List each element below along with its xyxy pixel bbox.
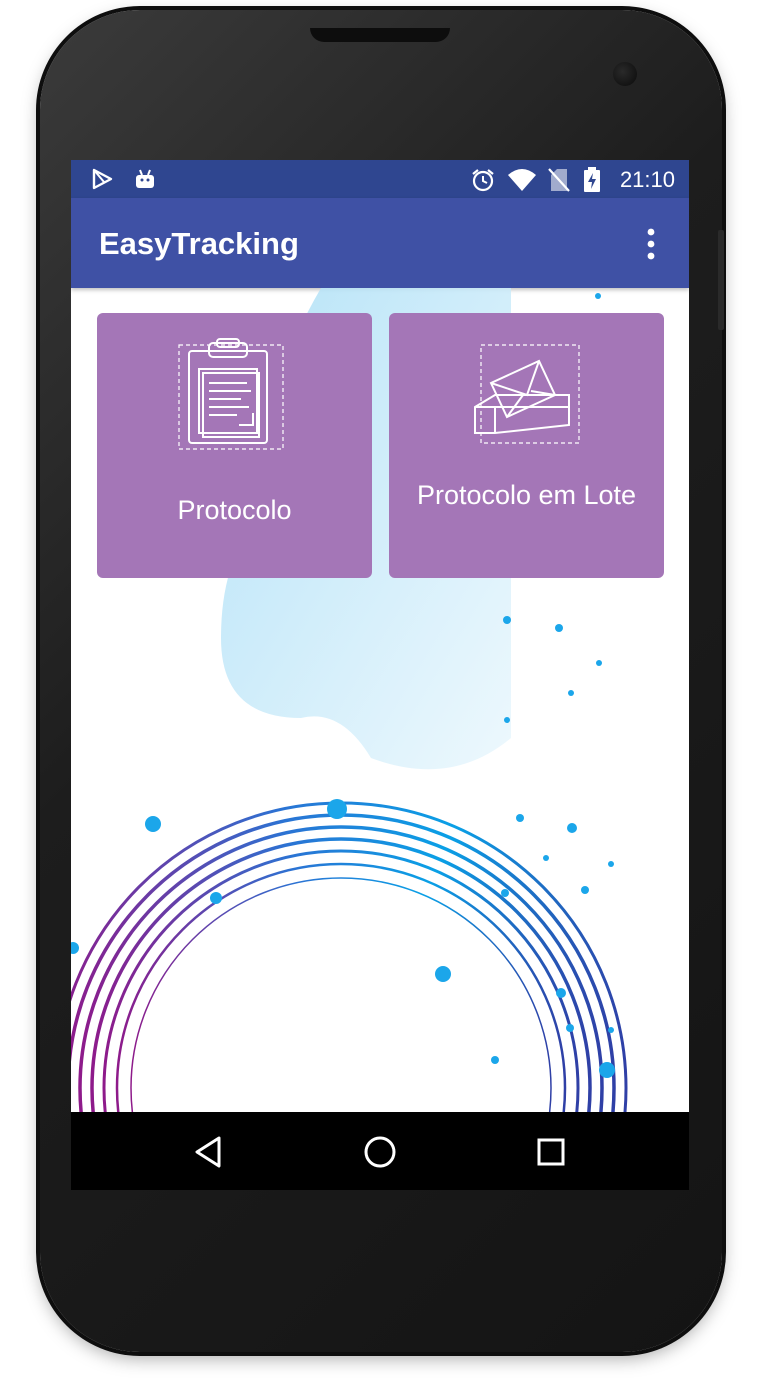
wifi-icon: [508, 169, 536, 191]
overflow-menu-button[interactable]: [633, 222, 669, 266]
battery-charging-icon: [584, 167, 600, 192]
envelope-box-icon: [474, 344, 580, 444]
clipboard-icon: [178, 338, 284, 450]
navigation-bar: [71, 1112, 689, 1190]
protocolo-em-lote-tile[interactable]: Protocolo em Lote: [389, 313, 664, 578]
home-icon[interactable]: [360, 1132, 400, 1172]
alarm-icon: [472, 169, 494, 192]
recents-icon[interactable]: [531, 1132, 571, 1172]
protocolo-em-lote-label: Protocolo em Lote: [416, 480, 637, 510]
more-vert-icon: [647, 228, 655, 260]
main-content: Protocolo Protocolo em Lote: [71, 288, 689, 1112]
front-camera: [613, 62, 637, 86]
earpiece: [310, 28, 450, 42]
protocolo-tile[interactable]: Protocolo: [97, 313, 372, 578]
back-icon[interactable]: [189, 1132, 229, 1172]
power-button: [718, 230, 724, 330]
no-sim-icon: [548, 168, 570, 192]
screen: 21:10 EasyTracking Protocolo Protocolo e…: [71, 160, 689, 1190]
status-bar: 21:10: [71, 160, 689, 198]
android-debug-icon: [136, 169, 154, 188]
app-title: EasyTracking: [99, 226, 299, 261]
app-bar: EasyTracking: [71, 198, 689, 288]
protocolo-label: Protocolo: [177, 495, 292, 525]
play-store-icon: [92, 168, 113, 190]
status-time: 21:10: [619, 167, 675, 192]
